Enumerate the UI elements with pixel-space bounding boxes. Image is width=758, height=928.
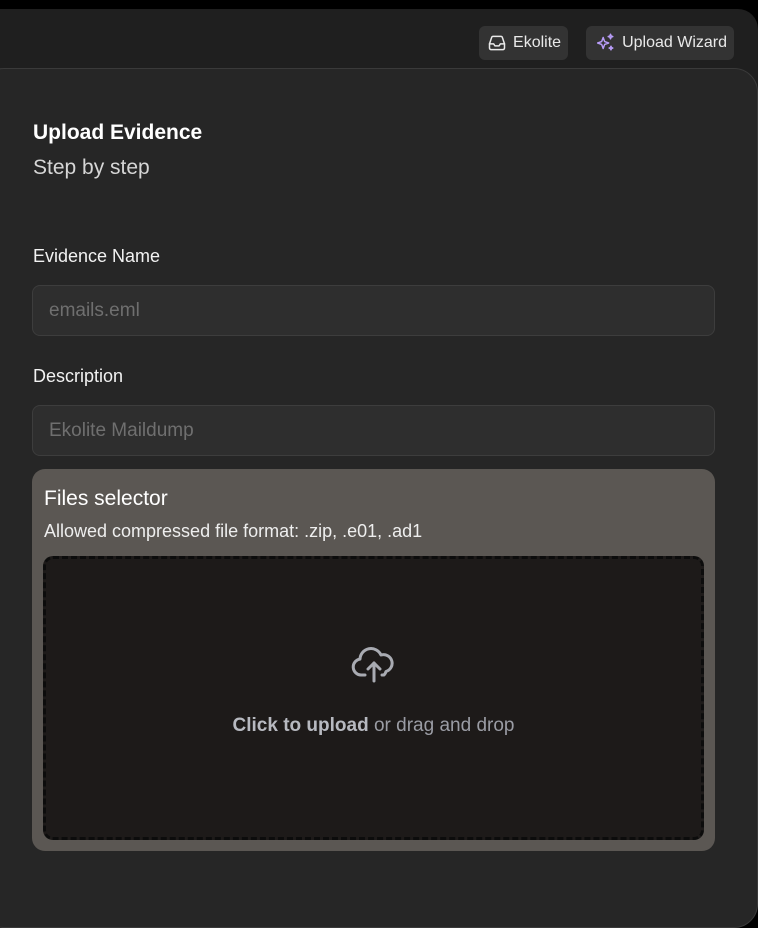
evidence-name-label: Evidence Name xyxy=(33,246,161,266)
cloud-upload-icon xyxy=(350,645,398,690)
evidence-name-input[interactable] xyxy=(32,285,715,336)
drag-and-drop-text: or drag and drop xyxy=(368,715,515,736)
upload-wizard-button[interactable]: Upload Wizard xyxy=(586,26,734,60)
upload-wizard-label: Upload Wizard xyxy=(622,34,727,51)
sparkles-icon xyxy=(594,32,616,54)
description-label: Description xyxy=(33,366,124,386)
topbar: Ekolite Upload Wizard xyxy=(479,26,734,60)
page-title: Upload Evidence xyxy=(33,121,203,144)
files-selector: Files selector Allowed compressed file f… xyxy=(32,469,715,851)
dropzone-instructions: Click to upload or drag and drop xyxy=(46,715,701,737)
file-dropzone[interactable]: Click to upload or drag and drop xyxy=(43,556,704,840)
inbox-icon xyxy=(487,33,507,53)
page-subtitle: Step by step xyxy=(33,156,150,179)
workspace-button[interactable]: Ekolite xyxy=(479,26,569,60)
description-input[interactable] xyxy=(32,405,715,456)
files-selector-subtitle: Allowed compressed file format: .zip, .e… xyxy=(44,521,423,541)
click-to-upload-link[interactable]: Click to upload xyxy=(233,715,369,736)
files-selector-title: Files selector xyxy=(44,487,168,510)
workspace-label: Ekolite xyxy=(513,34,562,51)
